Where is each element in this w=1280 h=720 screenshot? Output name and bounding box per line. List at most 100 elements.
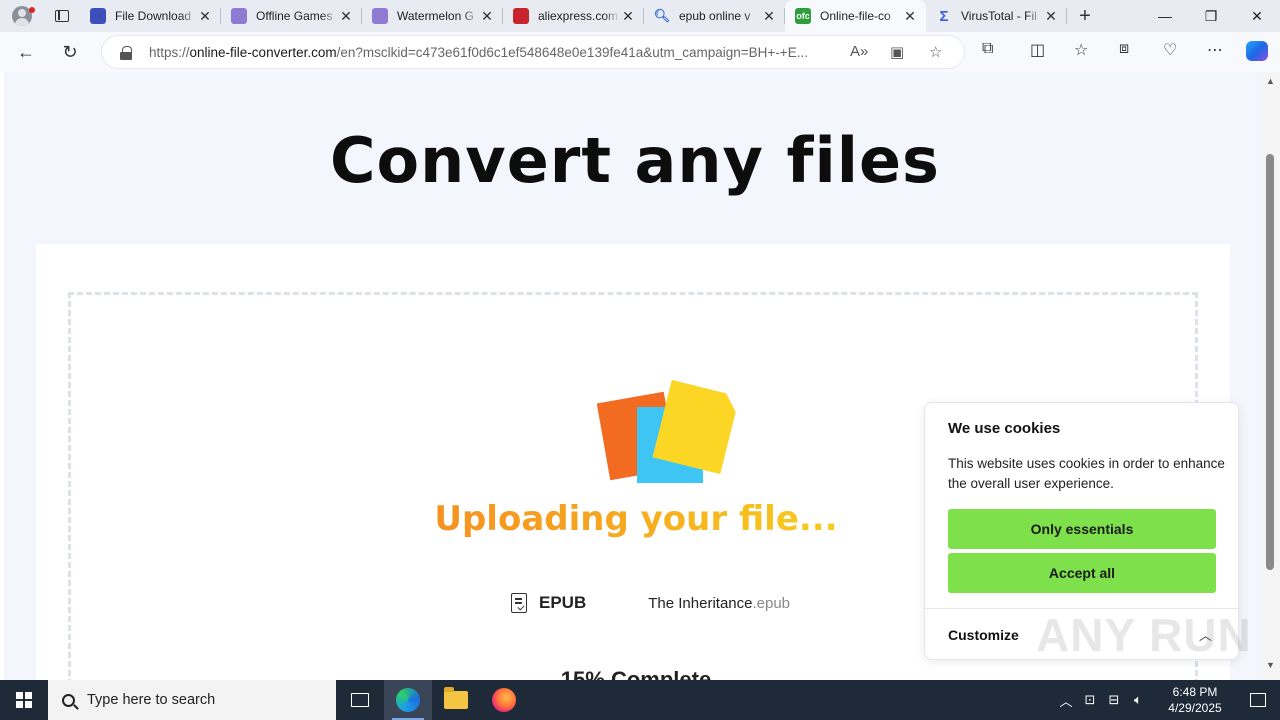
tab-epub-search[interactable]: 🔍︎ epub online v ✕ [644, 0, 785, 32]
copilot-icon[interactable] [1246, 41, 1268, 61]
device-icon[interactable]: ⊡ [1078, 692, 1102, 708]
new-tab-button[interactable]: + [1067, 0, 1103, 32]
scrollbar-thumb[interactable] [1266, 154, 1274, 570]
scroll-up-icon[interactable]: ▲ [1266, 76, 1275, 86]
close-tab-icon[interactable]: ✕ [620, 8, 636, 25]
firefox-icon [492, 688, 516, 712]
ofc-favicon-icon: ofc [795, 8, 811, 24]
taskbar-firefox[interactable] [480, 680, 528, 720]
tab-title: Online-file-co [820, 9, 891, 23]
cookie-dialog-body: This website uses cookies in order to en… [948, 456, 1225, 491]
close-tab-icon[interactable]: ✕ [1043, 8, 1059, 25]
close-tab-icon[interactable]: ✕ [902, 8, 918, 25]
volume-icon[interactable]: 🔈︎ [1126, 692, 1150, 708]
cookie-dialog-title: We use cookies [948, 420, 1061, 437]
url-host: online-file-converter.com [189, 44, 337, 60]
url-prefix: https:// [149, 44, 190, 60]
more-options-icon[interactable]: ⋯ [1207, 40, 1223, 60]
collections-icon[interactable]: ⧈ [1119, 40, 1129, 58]
folder-icon [444, 687, 468, 709]
favorite-star-icon[interactable]: ☆ [929, 43, 942, 61]
notification-icon [1250, 693, 1266, 707]
immersive-reader-icon[interactable]: ▣ [890, 43, 904, 61]
url-text[interactable]: https://online-file-converter.com/en?msc… [149, 45, 839, 60]
read-aloud-icon[interactable]: A» [850, 43, 868, 60]
close-window-button[interactable]: ✕ [1234, 0, 1280, 32]
customize-button[interactable]: Customize [948, 627, 1019, 643]
search-icon [62, 693, 75, 707]
search-favicon-icon: 🔍︎ [653, 8, 671, 23]
tab-title: VirusTotal - Fil [961, 9, 1037, 23]
taskbar-file-explorer[interactable] [432, 680, 480, 720]
only-essentials-button[interactable]: Only essentials [948, 509, 1216, 549]
refresh-button[interactable]: ↻ [50, 36, 90, 68]
back-arrow-icon: ← [17, 41, 35, 62]
clock-time: 6:48 PM [1172, 685, 1218, 699]
restore-button[interactable]: ❐ [1188, 0, 1234, 32]
show-hidden-icons-icon[interactable]: ︿ [1054, 691, 1078, 710]
document-check-icon [511, 593, 527, 613]
tab-virustotal[interactable]: Σ VirusTotal - Fil ✕ [926, 0, 1067, 32]
task-view-button[interactable] [336, 680, 384, 720]
file-download-favicon-icon [90, 8, 106, 24]
minimize-button[interactable]: — [1142, 0, 1188, 32]
converter-logo-icon [596, 383, 739, 493]
virustotal-favicon-icon: Σ [939, 7, 949, 25]
system-tray: ︿ ⊡ ⊟ 🔈︎ 6:48 PM 4/29/2025 [1054, 684, 1280, 716]
tab-offline-games[interactable]: Offline Games ✕ [221, 0, 362, 32]
navigation-bar: ← ↻ https://online-file-converter.com/en… [0, 32, 1280, 72]
close-tab-icon[interactable]: ✕ [197, 8, 213, 25]
tab-online-file-converter[interactable]: ofc Online-file-co ✕ [785, 0, 926, 32]
page-headline: Convert any files [330, 124, 940, 197]
offline-games-favicon-icon [231, 8, 247, 24]
taskbar: Type here to search ︿ ⊡ ⊟ 🔈︎ 6:48 PM 4/2… [0, 680, 1280, 720]
tab-title: Offline Games [256, 9, 333, 23]
start-button[interactable] [0, 680, 48, 720]
refresh-icon: ↻ [62, 41, 78, 62]
favorites-icon[interactable]: ☆ [1074, 40, 1088, 60]
aliexpress-favicon-icon [513, 8, 529, 24]
file-format: EPUB [539, 593, 587, 612]
back-button[interactable]: ← [6, 36, 46, 68]
tab-title: File Download [115, 9, 192, 23]
taskbar-edge[interactable] [384, 680, 432, 720]
address-bar[interactable]: https://online-file-converter.com/en?msc… [102, 36, 964, 68]
tab-actions-icon [55, 10, 69, 22]
file-extension: .epub [752, 594, 791, 612]
file-info: EPUB The Inheritance .epub [511, 591, 790, 615]
watermelon-favicon-icon [372, 8, 388, 24]
clock-date: 4/29/2025 [1168, 701, 1222, 715]
edge-icon [396, 688, 420, 712]
tab-strip: File Download ✕ Offline Games ✕ Watermel… [0, 0, 1280, 32]
close-tab-icon[interactable]: ✕ [479, 8, 495, 25]
extensions-icon[interactable]: ⧉ [982, 40, 993, 58]
tab-title: Watermelon G [397, 9, 474, 23]
tab-aliexpress[interactable]: aliexpress.com ✕ [503, 0, 644, 32]
clock[interactable]: 6:48 PM 4/29/2025 [1154, 684, 1236, 716]
task-view-icon [351, 693, 369, 707]
accept-all-button[interactable]: Accept all [948, 553, 1216, 593]
scroll-down-icon[interactable]: ▼ [1266, 660, 1275, 670]
tab-file-download[interactable]: File Download ✕ [80, 0, 221, 32]
close-tab-icon[interactable]: ✕ [761, 8, 777, 25]
lock-icon [120, 45, 132, 60]
browser-essentials-icon[interactable]: ♡ [1163, 40, 1177, 60]
notifications-button[interactable] [1236, 693, 1280, 707]
tab-title: aliexpress.com [538, 9, 619, 23]
file-name: The Inheritance [648, 594, 753, 612]
profile-button[interactable] [0, 0, 44, 32]
windows-logo-icon [16, 692, 32, 708]
notification-dot [29, 7, 35, 13]
taskbar-search[interactable]: Type here to search [48, 680, 336, 720]
anyrun-watermark: ANY RUN [1036, 609, 1252, 661]
vertical-scrollbar[interactable]: ▲ ▼ [1262, 72, 1280, 680]
search-placeholder: Type here to search [87, 692, 216, 708]
url-path: /en?msclkid=c473e61f0d6c1ef548648e0e139f… [336, 44, 808, 60]
tab-actions-button[interactable] [44, 0, 80, 32]
tab-title: epub online v [679, 9, 751, 23]
split-screen-icon[interactable]: ◫ [1030, 40, 1045, 60]
network-icon[interactable]: ⊟ [1102, 692, 1126, 708]
tab-watermelon[interactable]: Watermelon G ✕ [362, 0, 503, 32]
progress-label: 15% Complete [560, 667, 712, 680]
close-tab-icon[interactable]: ✕ [338, 8, 354, 25]
